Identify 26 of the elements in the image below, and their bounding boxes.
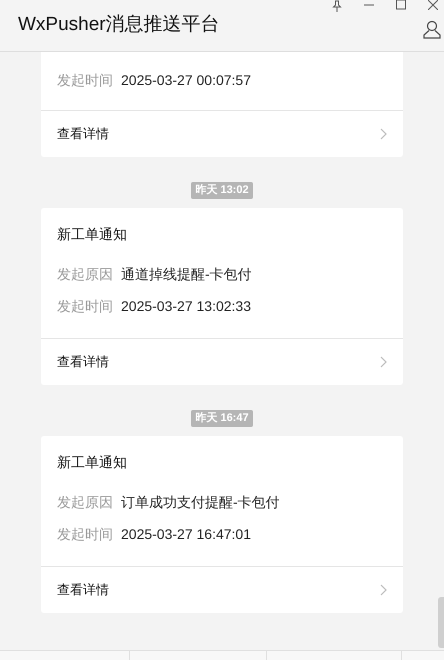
chevron-right-icon <box>380 584 387 596</box>
message-title: 新工单通知 <box>57 225 128 244</box>
field-value: 2025-03-27 16:47:01 <box>121 525 251 544</box>
field-label: 发起原因 <box>57 493 113 512</box>
maximize-icon[interactable] <box>396 0 406 10</box>
user-icon[interactable] <box>423 20 441 39</box>
view-details-link[interactable]: 查看详情 <box>41 566 403 613</box>
pin-icon[interactable] <box>332 0 342 12</box>
field-label: 发起时间 <box>57 71 113 90</box>
scrollbar-thumb[interactable] <box>438 597 444 648</box>
timestamp-badge: 昨天 13:02 <box>191 182 253 199</box>
field-value: 通道掉线提醒-卡包付 <box>121 265 252 284</box>
field-value: 2025-03-27 00:07:57 <box>121 71 251 90</box>
chevron-right-icon <box>380 356 387 368</box>
chevron-right-icon <box>380 128 387 140</box>
timestamp-badge: 昨天 16:47 <box>191 410 253 427</box>
close-icon[interactable] <box>428 0 438 10</box>
message-title: 新工单通知 <box>57 453 128 472</box>
view-details-link[interactable]: 查看详情 <box>41 110 403 157</box>
view-details-link[interactable]: 查看详情 <box>41 338 403 385</box>
window-title: WxPusher消息推送平台 <box>18 13 220 38</box>
field-label: 发起时间 <box>57 525 113 544</box>
field-label: 发起原因 <box>57 265 113 284</box>
field-value: 2025-03-27 13:02:33 <box>121 297 251 316</box>
field-label: 发起时间 <box>57 297 113 316</box>
field-value: 订单成功支付提醒-卡包付 <box>121 493 280 512</box>
